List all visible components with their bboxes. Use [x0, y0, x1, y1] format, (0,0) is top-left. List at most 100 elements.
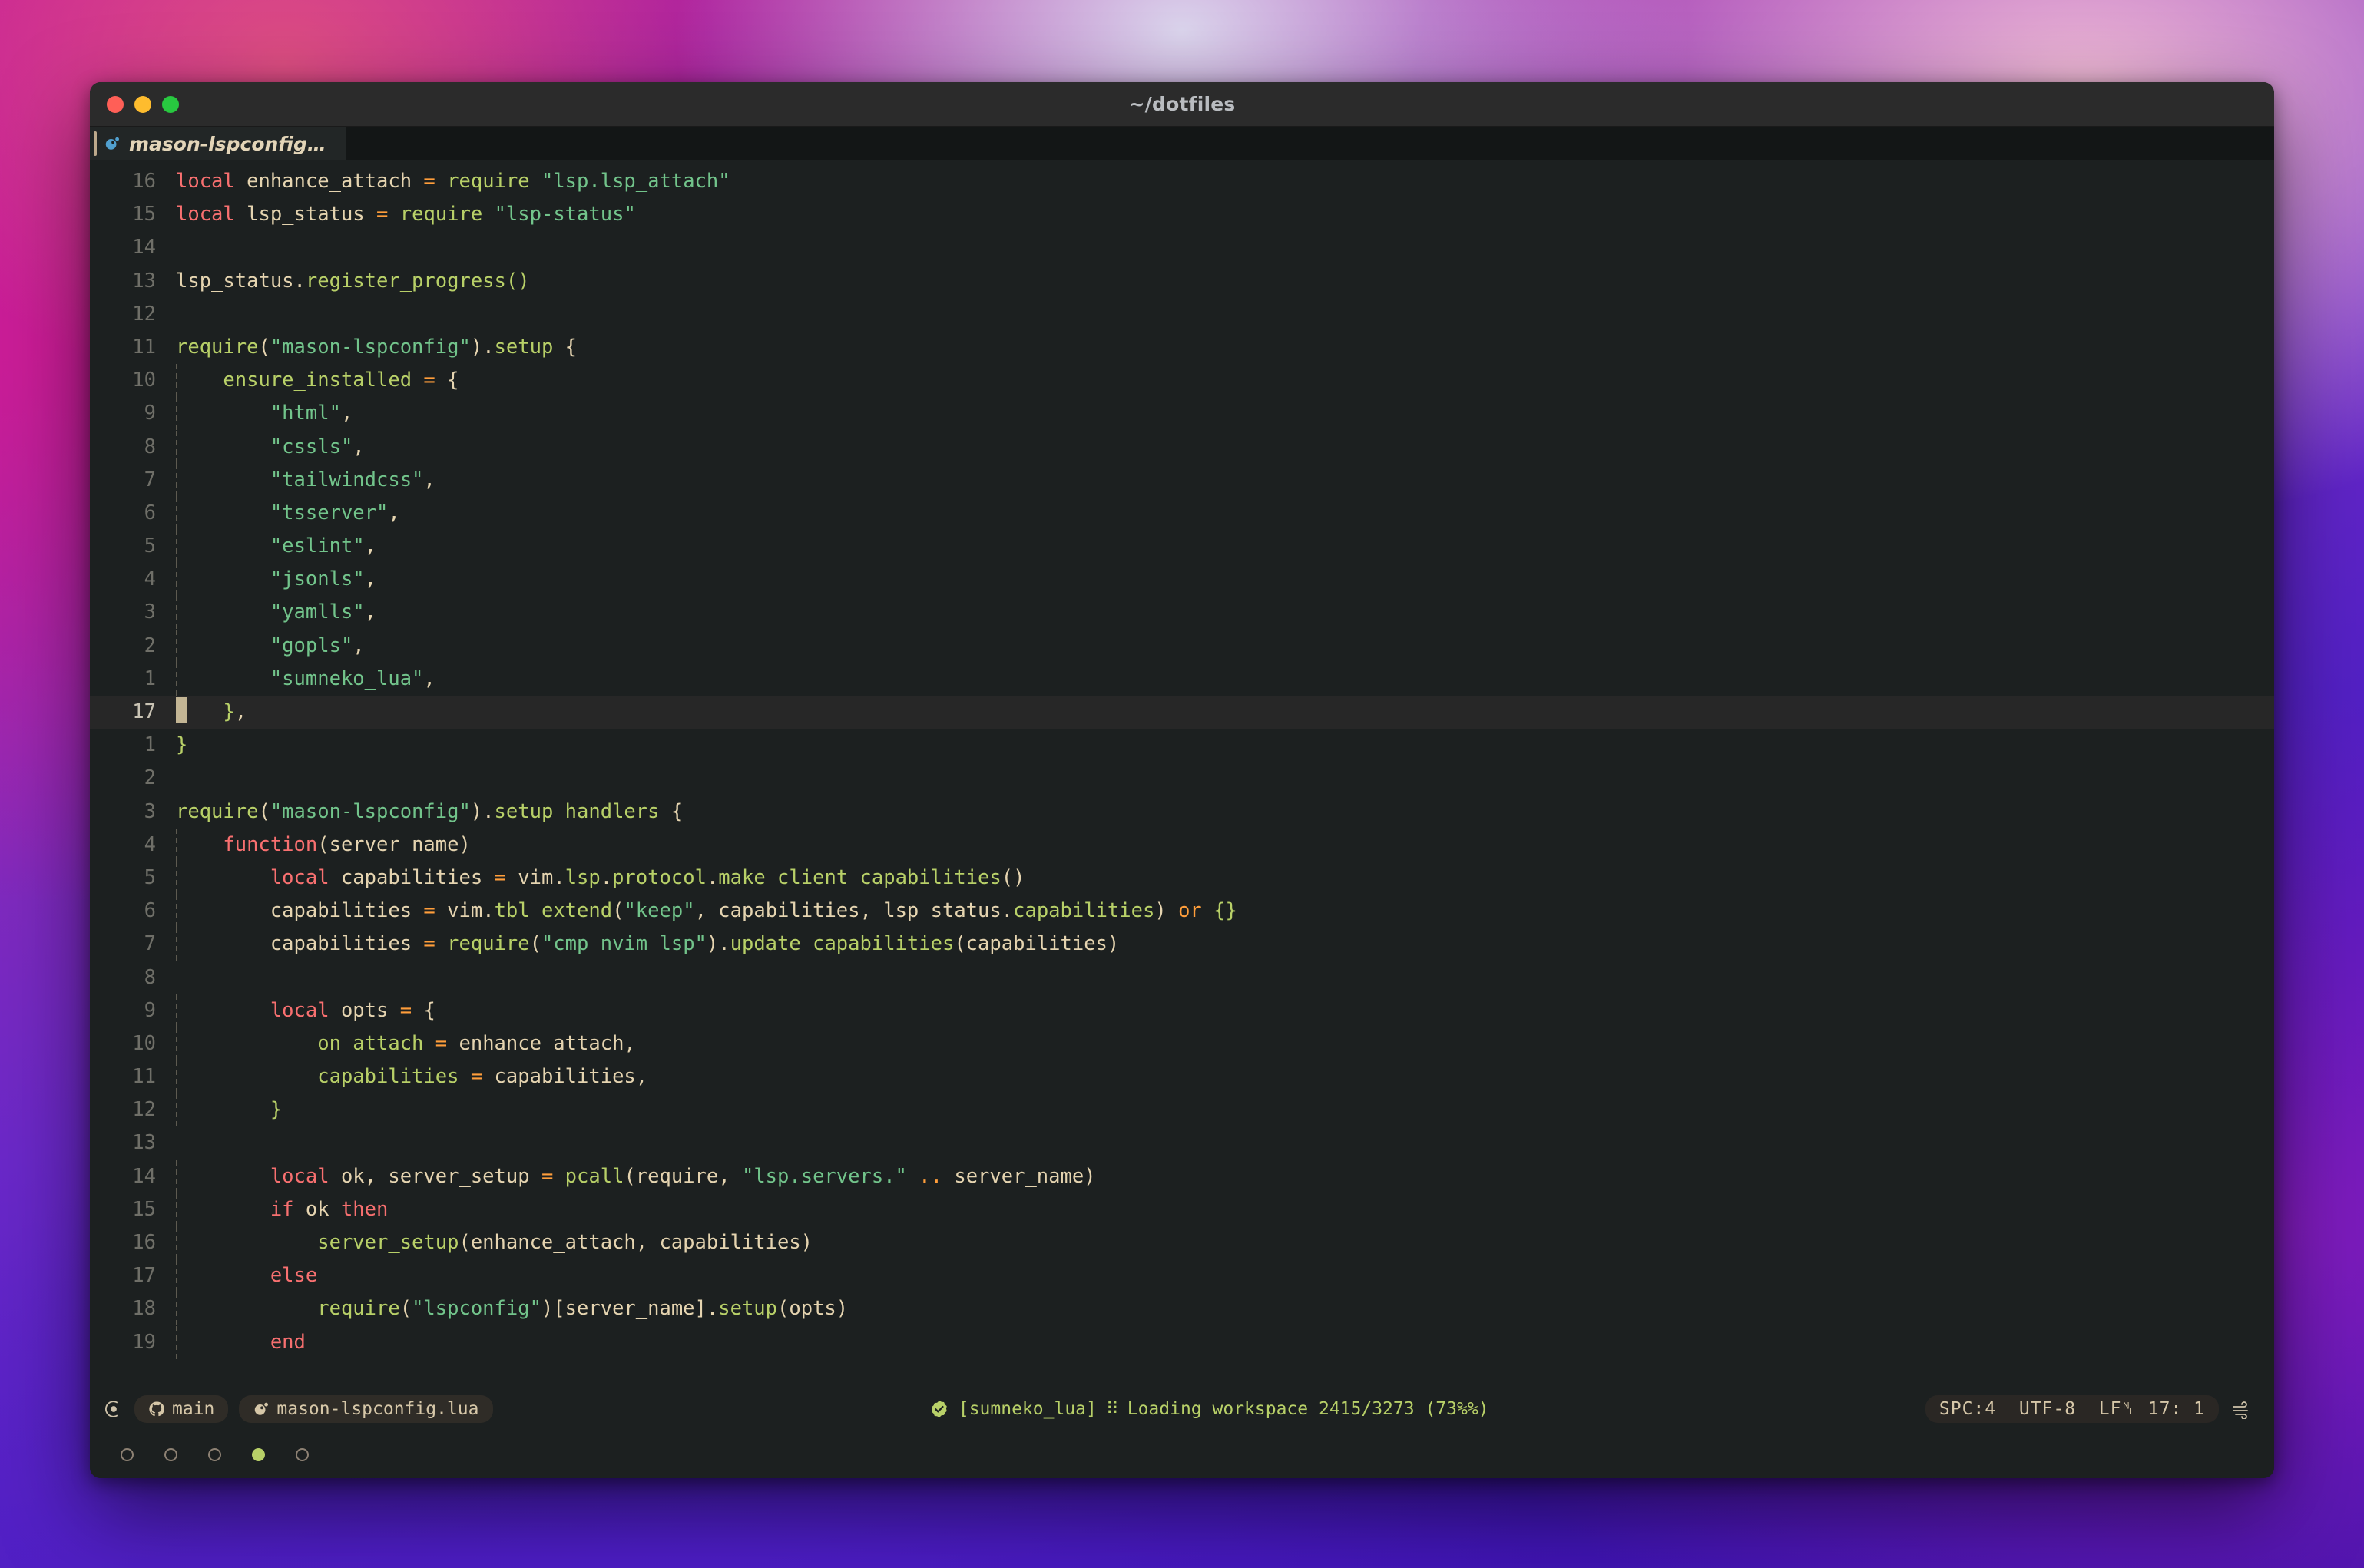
code-text: capabilities = vim.tbl_extend("keep", ca… — [176, 895, 2274, 928]
code-line: 1 "sumneko_lua", — [90, 662, 2274, 696]
line-number: 3 — [144, 600, 156, 624]
code-token: ) — [470, 799, 483, 823]
line-number: 13 — [132, 269, 156, 293]
line-number: 7 — [144, 468, 156, 491]
code-text: "jsonls", — [176, 563, 2274, 597]
code-token: = — [376, 203, 400, 227]
code-text: } — [176, 1093, 2274, 1127]
code-line: 8 — [90, 961, 2274, 994]
line-number: 2 — [144, 766, 156, 790]
code-line: 2 "gopls", — [90, 629, 2274, 663]
code-token: . — [553, 865, 565, 889]
window-title: ~/dotfiles — [1128, 93, 1236, 115]
code-token: vim — [447, 899, 483, 923]
line-number: 10 — [132, 1031, 156, 1055]
code-editor[interactable]: 16 local enhance_attach = require "lsp.ls… — [90, 160, 2274, 1388]
git-branch-pill[interactable]: main — [134, 1395, 229, 1423]
code-line: 4 function(server_name) — [90, 828, 2274, 862]
code-line: 7 capabilities = require("cmp_nvim_lsp")… — [90, 928, 2274, 961]
code-token: , — [364, 567, 377, 591]
code-token: ok — [305, 1197, 341, 1221]
indent-guides — [176, 1259, 2274, 1293]
line-number: 3 — [144, 799, 156, 823]
line-number: 1 — [144, 733, 156, 757]
code-token: enhance_attach — [247, 170, 424, 193]
desktop-wallpaper: ~/dotfiles mason-lspconfig… 16 local enha… — [0, 0, 2364, 1568]
code-token: "html" — [270, 402, 341, 425]
tab-label: mason-lspconfig… — [129, 132, 326, 155]
code-token: = — [423, 899, 448, 923]
workspace-dot-4[interactable] — [252, 1447, 265, 1461]
code-line: 6 "tsserver", — [90, 496, 2274, 531]
line-number: 9 — [144, 998, 156, 1022]
code-token: ) — [706, 932, 719, 956]
code-token: (require, — [624, 1164, 742, 1188]
code-text: "html", — [176, 397, 2274, 431]
code-token: .. — [919, 1164, 942, 1188]
line-number: 15 — [132, 1197, 156, 1221]
code-token: local — [176, 203, 247, 227]
code-token: , — [340, 402, 353, 425]
code-text: require("lspconfig")[server_name].setup(… — [176, 1292, 2274, 1326]
lsp-spinner-icon: ⠿ — [1105, 1399, 1119, 1419]
code-token: (opts) — [777, 1297, 849, 1321]
info-sep-2 — [2076, 1399, 2099, 1419]
code-text: "eslint", — [176, 530, 2274, 564]
code-token: (enhance_attach, capabilities) — [459, 1231, 813, 1254]
line-number: 19 — [132, 1330, 156, 1354]
code-line: 4 "jsonls", — [90, 563, 2274, 597]
code-token: require — [447, 932, 530, 956]
code-line: 12 } — [90, 1093, 2274, 1127]
code-token: ensure_installed — [223, 369, 424, 392]
file-info-pill[interactable]: SPC:4 UTF-8 LF ␤ 17: 1 — [1925, 1395, 2219, 1423]
workspace-dot-2[interactable] — [164, 1447, 177, 1461]
lsp-progress-message: Loading workspace 2415/3273 (73%%) — [1127, 1399, 1489, 1419]
workspace-dot-5[interactable] — [296, 1447, 309, 1461]
code-line: 17 }, — [90, 696, 2274, 729]
code-token: capabilities — [494, 1065, 636, 1089]
code-token: = — [470, 1065, 495, 1089]
code-token: , capabilities, lsp_status — [694, 899, 1002, 923]
line-number: 14 — [132, 1164, 156, 1188]
code-token: "lspconfig" — [412, 1297, 541, 1321]
code-token: , — [364, 534, 377, 558]
code-text: else — [176, 1259, 2274, 1293]
code-token: "cmp_nvim_lsp" — [541, 932, 707, 956]
tab-mason-lspconfig[interactable]: mason-lspconfig… — [90, 127, 346, 160]
code-line: 13 — [90, 1126, 2274, 1159]
code-token: capabilities — [270, 932, 424, 956]
lsp-client-name: [sumneko_lua] — [958, 1399, 1097, 1419]
code-text: capabilities = require("cmp_nvim_lsp").u… — [176, 928, 2274, 961]
code-text: if ok then — [176, 1193, 2274, 1227]
tabline-filler — [346, 127, 2274, 160]
code-token: local — [270, 1164, 341, 1188]
workspace-dot-3[interactable] — [208, 1447, 221, 1461]
code-token: require — [176, 799, 259, 823]
code-text: local opts = { — [176, 994, 2274, 1027]
line-ending-glyph: ␤ — [2121, 1399, 2137, 1419]
line-number: 16 — [132, 170, 156, 193]
workspace-dot-1[interactable] — [121, 1447, 134, 1461]
code-token: = — [423, 932, 448, 956]
statusline-lsp-progress: [sumneko_lua] ⠿ Loading workspace 2415/3… — [493, 1399, 1925, 1419]
code-token: , — [364, 600, 377, 624]
code-token: "tsserver" — [270, 501, 389, 524]
code-token: )[server_name] — [541, 1297, 707, 1321]
code-token: setup_handlers — [494, 799, 671, 823]
filename-pill[interactable]: mason-lspconfig.lua — [239, 1395, 493, 1423]
code-token: , — [353, 435, 365, 458]
code-token: } — [270, 1098, 283, 1122]
code-token: local — [176, 170, 247, 193]
terminal-window: ~/dotfiles mason-lspconfig… 16 local enha… — [90, 82, 2274, 1478]
code-token: "keep" — [624, 899, 695, 923]
